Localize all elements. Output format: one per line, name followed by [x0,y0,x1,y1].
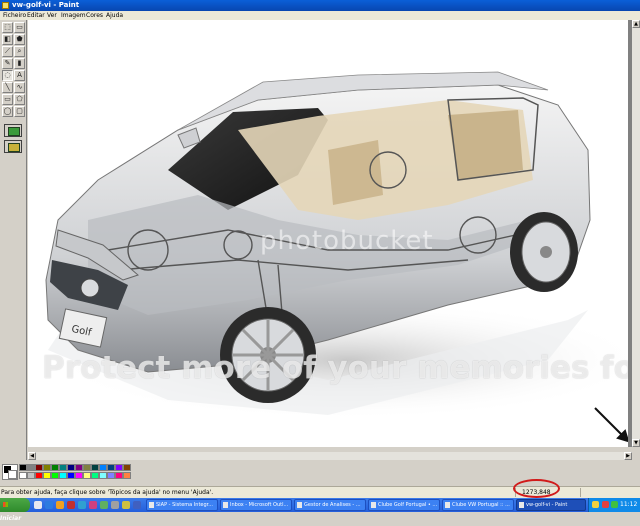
menu-bar: Ficheiro Editar Ver Imagem Cores Ajuda [0,11,640,20]
drawing-canvas[interactable]: Golf photobucket Protect more of your me… [28,20,628,447]
color-swatch[interactable] [35,464,43,471]
status-divider [580,488,581,497]
menu-ajuda[interactable]: Ajuda [106,11,123,20]
rectangle-icon[interactable]: ▭ [2,94,13,105]
menu-ficheiro[interactable]: Ficheiro [3,11,26,20]
menu-imagem[interactable]: Imagem [61,11,86,20]
color-swatch[interactable] [107,472,115,479]
rounded-rect-icon[interactable]: ▢ [14,106,25,117]
taskbar: Iniciar SIAP - Sistema Integr... Inbox -… [0,498,640,522]
color-swatch[interactable] [67,464,75,471]
color-swatch[interactable] [43,472,51,479]
free-select-icon[interactable]: ⬚ [2,22,13,33]
color-swatch[interactable] [83,472,91,479]
task-gestor-analises[interactable]: Gestor de Analises - ... [294,499,366,511]
scroll-right-icon[interactable]: ▶ [624,452,632,460]
text-icon[interactable]: A [14,70,25,81]
color-swatch[interactable] [27,464,35,471]
brush-icon[interactable]: ▮ [14,58,25,69]
menu-cores[interactable]: Cores [86,11,103,20]
start-button[interactable]: Iniciar [0,498,30,522]
color-swatch[interactable] [43,464,51,471]
color-swatch[interactable] [67,472,75,479]
eraser-icon[interactable]: ◧ [2,34,13,45]
menu-editar[interactable]: Editar [27,11,45,20]
color-swatch[interactable] [83,464,91,471]
magnifier-icon[interactable]: ⌕ [14,46,25,57]
scroll-down-icon[interactable]: ▼ [632,439,640,447]
rect-select-icon[interactable]: ▭ [14,22,25,33]
title-bar[interactable]: vw-golf-vi - Paint [0,0,640,11]
vertical-scrollbar[interactable]: ▲ ▼ [632,20,640,447]
fill-bucket-icon[interactable]: ⬟ [14,34,25,45]
status-hint: Para obter ajuda, faça clique sobre 'Tóp… [1,489,214,496]
color-swatch[interactable] [99,472,107,479]
color-swatch[interactable] [91,464,99,471]
polygon-icon[interactable]: ⬠ [14,94,25,105]
task-outlook-inbox[interactable]: Inbox - Microsoft Outl... [220,499,292,511]
pencil-icon[interactable]: ✎ [2,58,13,69]
start-label: Iniciar [0,515,22,522]
color-swatch[interactable] [107,464,115,471]
color-swatch[interactable] [115,472,123,479]
toolbox: ⬚ ▭ ◧ ⬟ ⟋ ⌕ ✎ ▮ ◌ A ╲ ∿ ▭ ⬠ ◯ ▢ [0,20,27,460]
tray-icon[interactable] [592,501,599,508]
outlook-icon[interactable] [56,501,64,509]
color-swatch[interactable] [115,464,123,471]
airbrush-icon[interactable]: ◌ [2,70,13,81]
color-picker-icon[interactable]: ⟋ [2,46,13,57]
quicklaunch-app-icon[interactable] [89,501,97,509]
task-clube-vw[interactable]: Clube VW Portugal :: ... [442,499,514,511]
photobucket-banner-text: Protect more of your memories for less! [42,350,628,386]
paint-app-icon [2,2,9,9]
photobucket-watermark: photobucket [260,226,434,256]
ie-icon[interactable] [45,501,53,509]
horizontal-scrollbar[interactable]: ◀ ▶ [28,452,632,460]
windows-flag-icon [3,502,8,507]
canvas-area: Golf photobucket Protect more of your me… [28,20,632,447]
quicklaunch-app-icon[interactable] [111,501,119,509]
color-swatch[interactable] [51,464,59,471]
menu-ver[interactable]: Ver [47,11,57,20]
color-swatch[interactable] [27,472,35,479]
show-desktop-icon[interactable] [34,501,42,509]
annotation-red-circle [513,479,560,498]
transparent-option-icon[interactable] [4,140,22,153]
opaque-option-icon[interactable] [4,124,22,137]
color-swatch[interactable] [19,472,27,479]
color-swatch[interactable] [123,464,131,471]
current-colors[interactable] [2,464,18,480]
color-swatch[interactable] [91,472,99,479]
color-swatch[interactable] [99,464,107,471]
color-swatch[interactable] [123,472,131,479]
quicklaunch-app-icon[interactable] [78,501,86,509]
scroll-left-icon[interactable]: ◀ [28,452,36,460]
quicklaunch-app-icon[interactable] [122,501,130,509]
task-siap[interactable]: SIAP - Sistema Integr... [146,499,218,511]
color-swatch[interactable] [59,472,67,479]
window-title: vw-golf-vi - Paint [12,1,80,9]
curve-icon[interactable]: ∿ [14,82,25,93]
scroll-up-icon[interactable]: ▲ [632,20,640,28]
color-swatch[interactable] [19,464,27,471]
ellipse-icon[interactable]: ◯ [2,106,13,117]
clock: 11:12 [620,501,638,508]
color-swatch[interactable] [35,472,43,479]
tray-icon[interactable] [611,501,618,508]
system-tray: 11:12 [588,498,640,512]
quicklaunch-app-icon[interactable] [67,501,75,509]
color-swatch[interactable] [59,464,67,471]
quicklaunch-app-icon[interactable] [133,501,141,509]
task-paint[interactable]: vw-golf-vi - Paint [516,499,586,511]
tray-icon[interactable] [602,501,609,508]
quicklaunch-app-icon[interactable] [100,501,108,509]
color-swatch[interactable] [51,472,59,479]
color-swatch[interactable] [75,464,83,471]
background-color [8,470,17,479]
task-clube-golf[interactable]: Clube Golf Portugal • ... [368,499,440,511]
line-icon[interactable]: ╲ [2,82,13,93]
color-swatch[interactable] [75,472,83,479]
